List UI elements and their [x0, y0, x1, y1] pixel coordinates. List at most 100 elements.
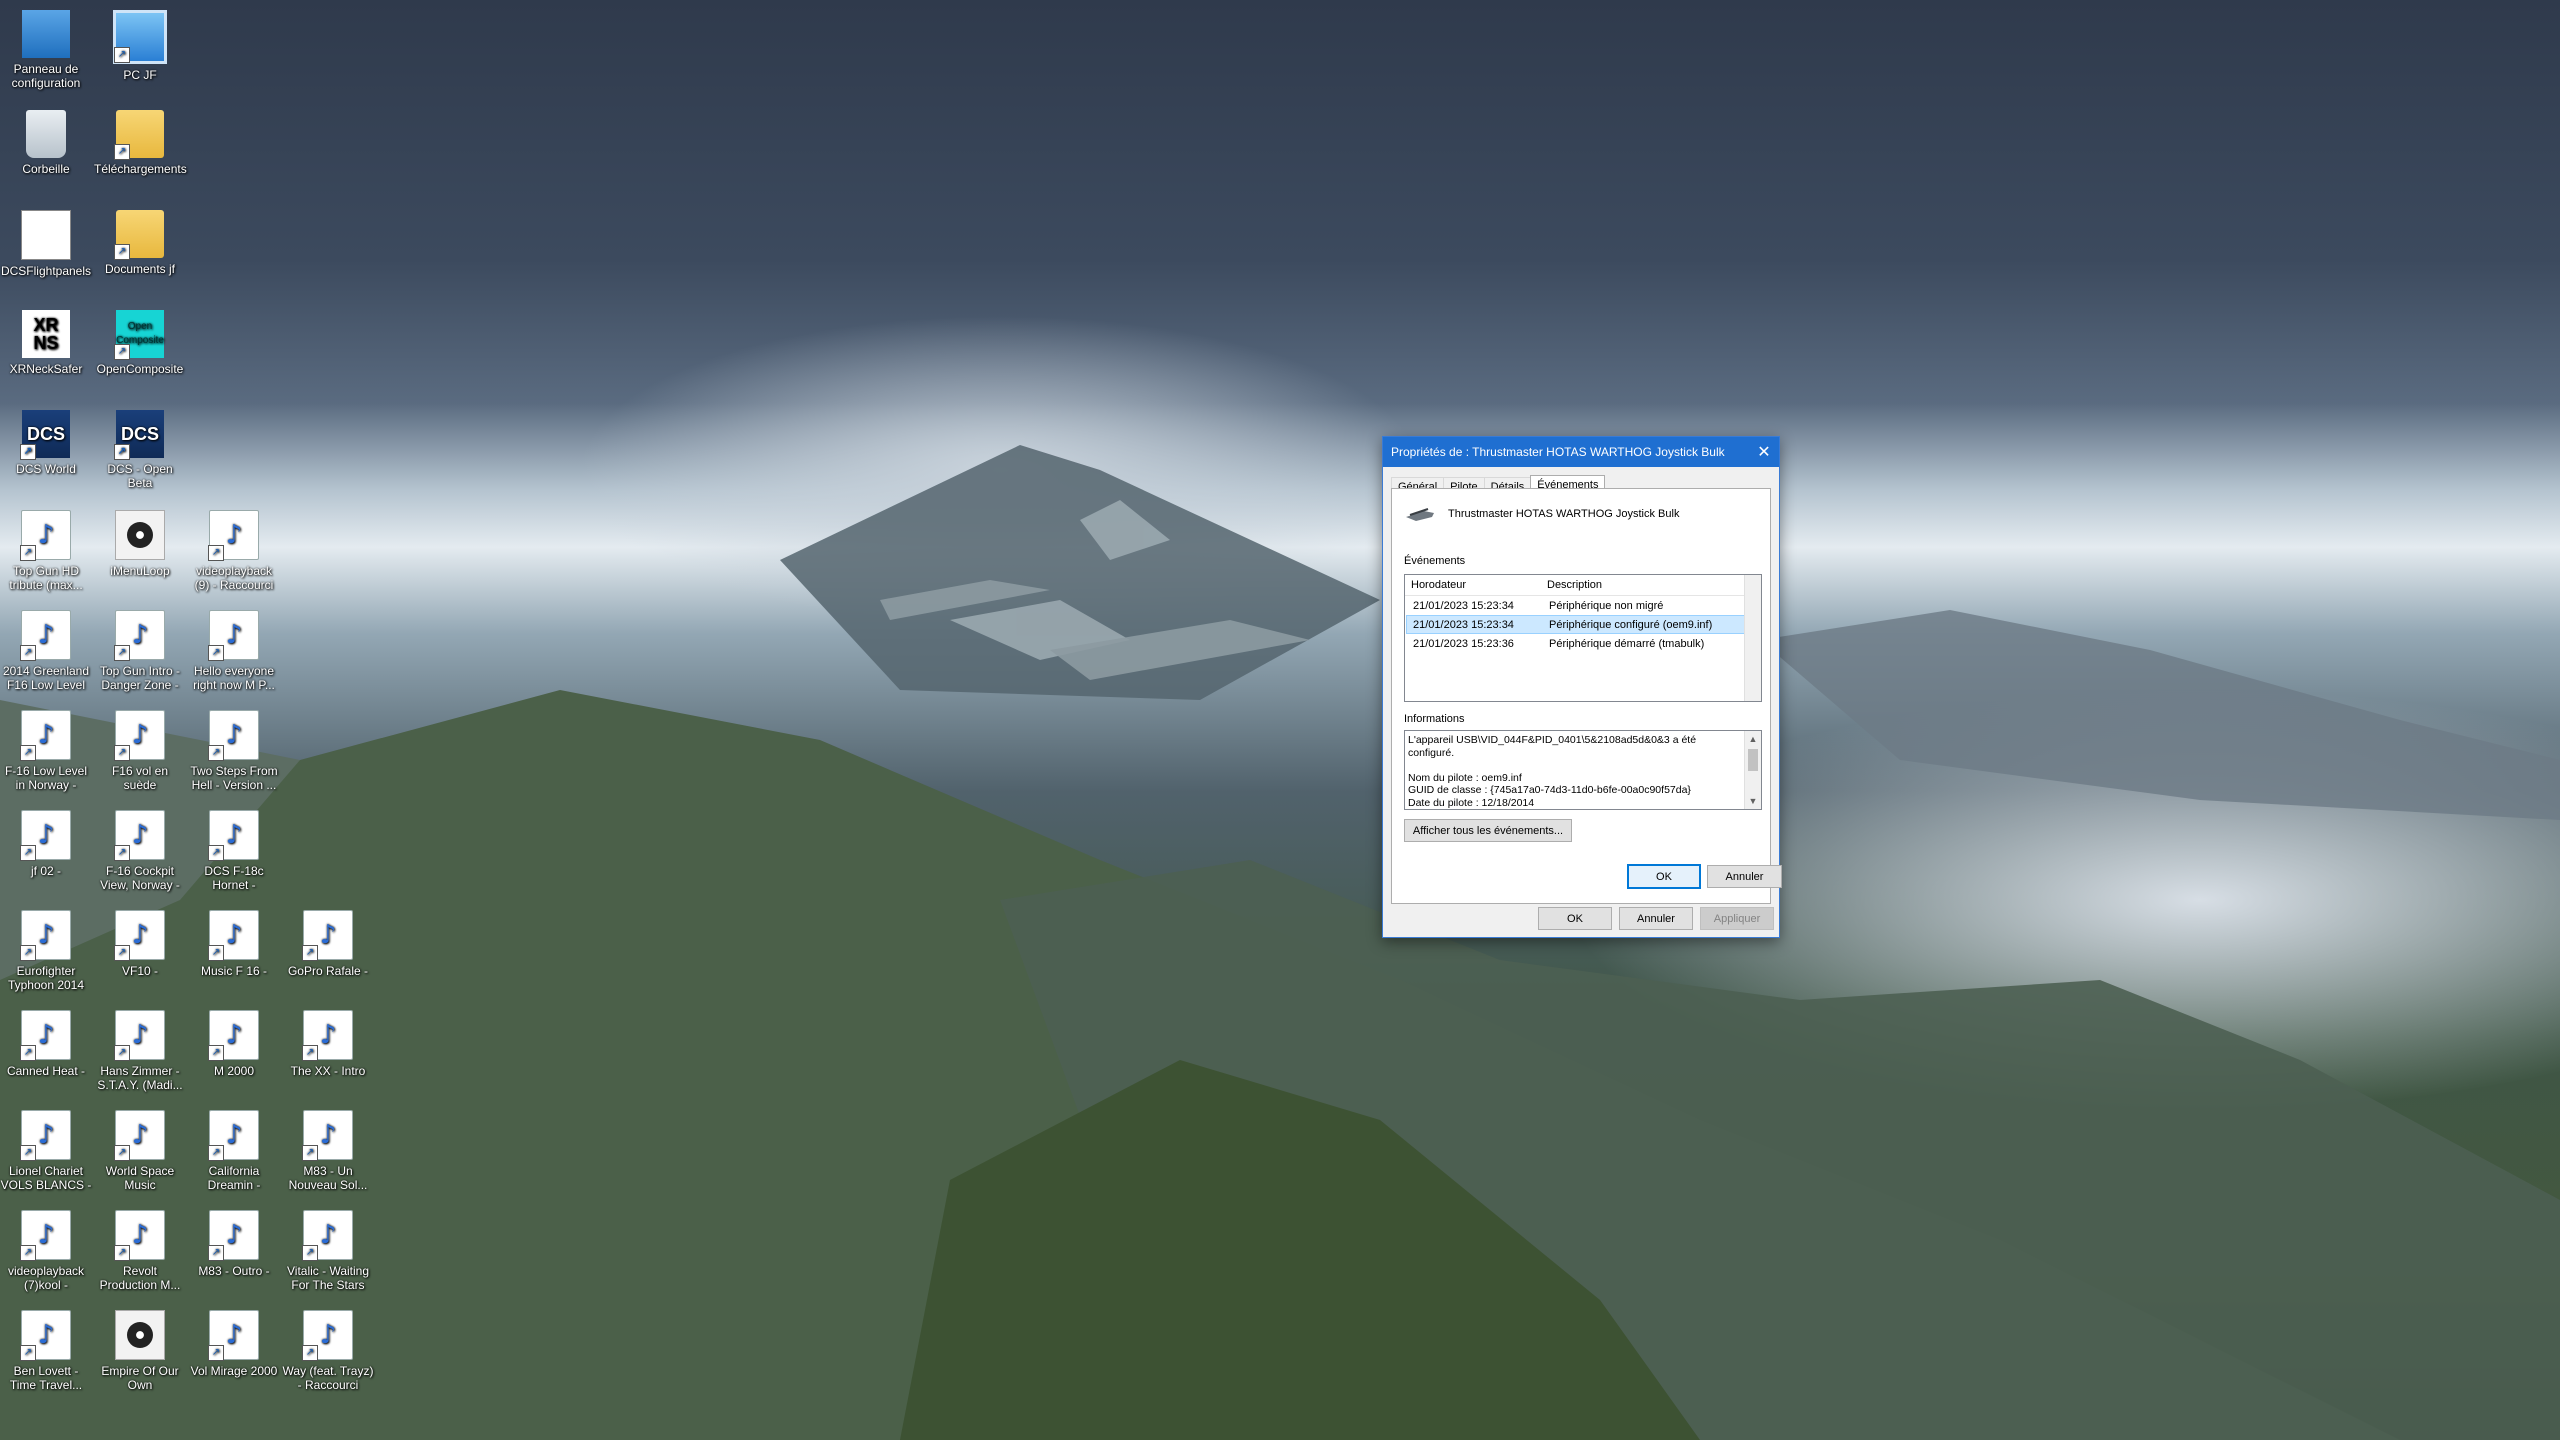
event-description: Périphérique démarré (tmabulk) [1549, 637, 1705, 650]
info-textbox[interactable]: L'appareil USB\VID_044F&PID_0401\5&2108a… [1404, 730, 1762, 810]
events-label: Événements [1404, 555, 1466, 567]
desktop-icon[interactable]: ↗ VF10 - [94, 910, 186, 978]
desktop-icon-label: Empire Of Our Own [101, 1364, 179, 1392]
events-list-scrollbar[interactable] [1744, 575, 1761, 701]
scroll-up-icon[interactable]: ▲ [1745, 731, 1761, 747]
desktop-icon[interactable]: ↗ Music F 16 - [188, 910, 280, 978]
close-icon[interactable]: ✕ [1749, 437, 1779, 467]
desktop-icon[interactable]: Empire Of Our Own [94, 1310, 186, 1392]
ok-button[interactable]: OK [1538, 907, 1612, 930]
column-header-timestamp[interactable]: Horodateur [1405, 579, 1541, 591]
desktop-icon-label: Téléchargements [94, 162, 187, 176]
desktop-icon[interactable]: ↗ Téléchargements [94, 110, 187, 176]
desktop-icon[interactable]: ↗ Hans Zimmer - S.T.A.Y. (Madi... [94, 1010, 186, 1092]
column-header-description[interactable]: Description [1541, 579, 1761, 591]
desktop-icon-label: Way (feat. Trayz) - Raccourci [282, 1364, 374, 1392]
desktop-icon[interactable]: ↗ M83 - Un Nouveau Sol... [282, 1110, 374, 1192]
media-file-icon: ↗ [20, 910, 71, 961]
shortcut-arrow-icon: ↗ [20, 645, 36, 661]
media-file-icon: ↗ [208, 1310, 259, 1361]
desktop-icon[interactable]: ↗ Eurofighter Typhoon 2014 [0, 910, 92, 992]
desktop-icon[interactable]: ↗ Ben Lovett - Time Travel... [0, 1310, 92, 1392]
desktop-icon[interactable]: ↗ M 2000 [188, 1010, 280, 1078]
cancel-button[interactable]: Annuler [1619, 907, 1693, 930]
desktop-icon[interactable]: ↗ Canned Heat - [0, 1010, 92, 1078]
desktop-icon[interactable]: ↗ videoplayback (7)kool - [0, 1210, 92, 1292]
media-file-icon: ↗ [20, 710, 71, 761]
desktop-icon[interactable]: XR NS XRNeckSafer [0, 310, 92, 376]
panel-icon [21, 210, 71, 260]
desktop-icon-label: California Dreamin - [207, 1164, 261, 1192]
show-all-events-button[interactable]: Afficher tous les événements... [1404, 819, 1572, 842]
desktop-icon[interactable]: ↗ Top Gun HD tribute (max... [0, 510, 92, 592]
shortcut-arrow-icon: ↗ [302, 945, 318, 961]
desktop-icon[interactable]: ↗ Vitalic - Waiting For The Stars [282, 1210, 374, 1292]
shortcut-arrow-icon: ↗ [208, 1145, 224, 1161]
desktop-icon[interactable]: ↗ Two Steps From Hell - Version ... [188, 710, 280, 792]
cp-icon [22, 10, 70, 58]
events-tab-panel: Thrustmaster HOTAS WARTHOG Joystick Bulk… [1391, 488, 1782, 904]
desktop-icon[interactable]: ↗ Revolt Production M... [94, 1210, 186, 1292]
desktop-icon[interactable]: ↗ DCS F-18c Hornet - [188, 810, 280, 892]
media-file-icon: ↗ [208, 710, 259, 761]
shortcut-arrow-icon: ↗ [114, 845, 130, 861]
shortcut-arrow-icon: ↗ [208, 845, 224, 861]
desktop-icon[interactable]: DCSFlightpanels [0, 210, 92, 278]
desktop-icon-label: VF10 - [121, 964, 158, 978]
event-description: Périphérique non migré [1549, 599, 1664, 612]
shortcut-arrow-icon: ↗ [20, 444, 36, 460]
desktop-icon[interactable]: ↗ World Space Music [94, 1110, 186, 1192]
desktop-icon-label: GoPro Rafale - [287, 964, 369, 978]
desktop-icon-label: M83 - Un Nouveau Sol... [288, 1164, 368, 1192]
media-file-icon: ↗ [208, 610, 259, 661]
desktop-icon-label: Lionel Chariet VOLS BLANCS - [0, 1164, 92, 1192]
disc-icon [115, 510, 165, 560]
desktop-icon[interactable]: Corbeille [0, 110, 92, 176]
desktop-icon[interactable]: ↗ F-16 Cockpit View, Norway - [94, 810, 186, 892]
desktop-icon[interactable]: ↗ M83 - Outro - [188, 1210, 280, 1278]
event-row[interactable]: 21/01/2023 15:23:36 Périphérique démarré … [1406, 634, 1760, 653]
desktop-icon[interactable]: ↗ F16 vol en suède [94, 710, 186, 792]
folder-icon: ↗ [114, 210, 164, 260]
desktop-icon-label: Ben Lovett - Time Travel... [9, 1364, 83, 1392]
desktop-icon[interactable]: ↗ 2014 Greenland F16 Low Level [0, 610, 92, 692]
desktop-icon[interactable]: ↗ The XX - Intro [282, 1010, 374, 1078]
scroll-thumb[interactable] [1748, 749, 1758, 771]
desktop-icon[interactable]: iMenuLoop [94, 510, 186, 578]
dialog-titlebar[interactable]: Propriétés de : Thrustmaster HOTAS WARTH… [1383, 437, 1779, 467]
desktop-icon[interactable]: DCS ↗ DCS World [0, 410, 92, 476]
dcs-icon: DCS ↗ [114, 410, 164, 460]
desktop-icon[interactable]: ↗ Vol Mirage 2000 [188, 1310, 280, 1378]
scroll-down-icon[interactable]: ▼ [1745, 793, 1761, 809]
shortcut-arrow-icon: ↗ [20, 1245, 36, 1261]
desktop-icon[interactable]: ↗ F-16 Low Level in Norway - [0, 710, 92, 792]
desktop-icon[interactable]: ↗ Top Gun Intro - Danger Zone - [94, 610, 186, 692]
inner-cancel-button[interactable]: Annuler [1707, 865, 1782, 888]
desktop-icon[interactable]: ↗ PC JF [94, 10, 186, 82]
desktop-icon[interactable]: ↗ videoplayback (9) - Raccourci [188, 510, 280, 592]
desktop-icon[interactable]: ↗ Way (feat. Trayz) - Raccourci [282, 1310, 374, 1392]
info-scrollbar[interactable]: ▲ ▼ [1744, 731, 1761, 809]
desktop-icon[interactable]: Panneau de configuration [0, 10, 92, 90]
desktop-icon-label: F-16 Cockpit View, Norway - [100, 864, 180, 892]
desktop-icon-label: World Space Music [105, 1164, 175, 1192]
desktop-icon[interactable]: ↗ GoPro Rafale - [282, 910, 374, 978]
shortcut-arrow-icon: ↗ [114, 1145, 130, 1161]
event-row[interactable]: 21/01/2023 15:23:34 Périphérique non migr… [1406, 596, 1760, 615]
apply-button[interactable]: Appliquer [1700, 907, 1774, 930]
desktop-icon[interactable]: ↗ Hello everyone right now M P... [188, 610, 280, 692]
desktop-icon[interactable]: ↗ Lionel Chariet VOLS BLANCS - [0, 1110, 92, 1192]
desktop-icon[interactable]: ↗ jf 02 - [0, 810, 92, 878]
media-file-icon: ↗ [20, 1210, 71, 1261]
desktop-icon-label: PC JF [123, 68, 157, 82]
inner-ok-button[interactable]: OK [1627, 864, 1701, 889]
event-timestamp: 21/01/2023 15:23:34 [1413, 599, 1514, 612]
desktop-icon-label: DCS F-18c Hornet - [204, 864, 264, 892]
event-row[interactable]: 21/01/2023 15:23:34 Périphérique configur… [1406, 615, 1760, 634]
desktop-icon[interactable]: DCS ↗ DCS - Open Beta [94, 410, 186, 490]
desktop-icon[interactable]: ↗ Documents jf [94, 210, 186, 276]
event-timestamp: 21/01/2023 15:23:34 [1413, 618, 1514, 631]
desktop-icon[interactable]: Open Composite ↗ OpenComposite [94, 310, 186, 376]
events-list[interactable]: Horodateur Description 21/01/2023 15:23:… [1404, 574, 1762, 702]
desktop-icon[interactable]: ↗ California Dreamin - [188, 1110, 280, 1192]
